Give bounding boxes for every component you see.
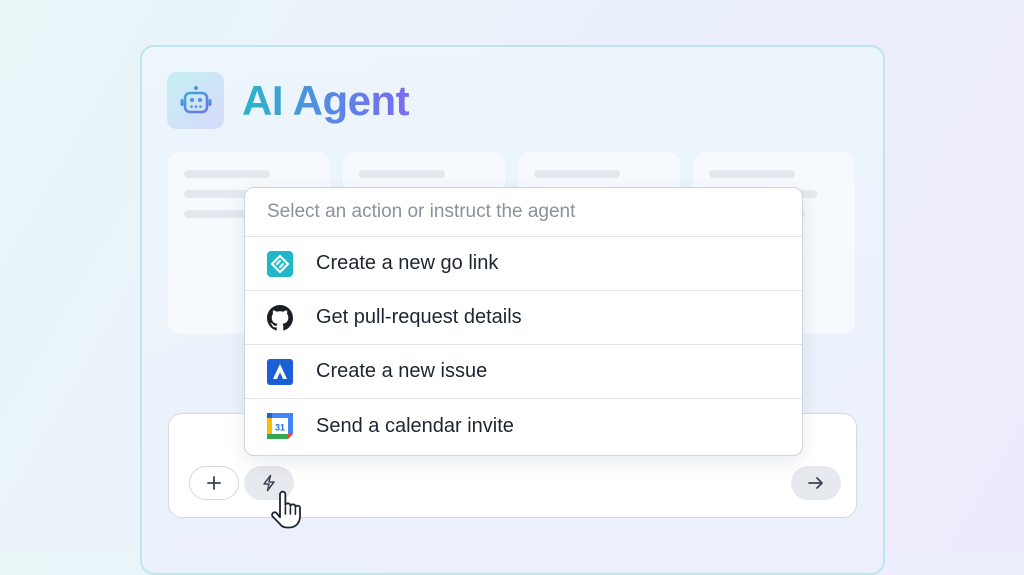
menu-item-label: Get pull-request details: [316, 306, 522, 328]
go-link-icon: [267, 250, 293, 277]
agent-instruction-input[interactable]: Select an action or instruct the agent: [245, 188, 802, 237]
action-dropdown: Select an action or instruct the agent C…: [244, 187, 803, 456]
plus-icon: [207, 476, 221, 490]
arrow-right-icon: [808, 477, 823, 489]
send-button[interactable]: [791, 466, 841, 500]
add-button[interactable]: [189, 466, 239, 500]
menu-item-create-issue[interactable]: Create a new issue: [245, 345, 802, 399]
menu-item-label: Create a new issue: [316, 360, 488, 382]
google-calendar-icon: 31: [267, 413, 293, 439]
calendar-date-text: 31: [275, 423, 285, 433]
menu-item-create-go-link[interactable]: Create a new go link: [245, 237, 802, 291]
robot-icon: [167, 72, 224, 129]
menu-item-label: Create a new go link: [316, 252, 499, 274]
github-icon: [267, 304, 293, 331]
jira-atlassian-icon: [267, 358, 293, 385]
menu-item-pull-request-details[interactable]: Get pull-request details: [245, 291, 802, 345]
hand-pointer-cursor-icon: [271, 490, 301, 529]
app-title: AI Agent: [242, 77, 410, 124]
menu-item-label: Send a calendar invite: [316, 414, 514, 437]
menu-item-send-calendar-invite[interactable]: 31 Send a calendar invite: [245, 399, 802, 453]
